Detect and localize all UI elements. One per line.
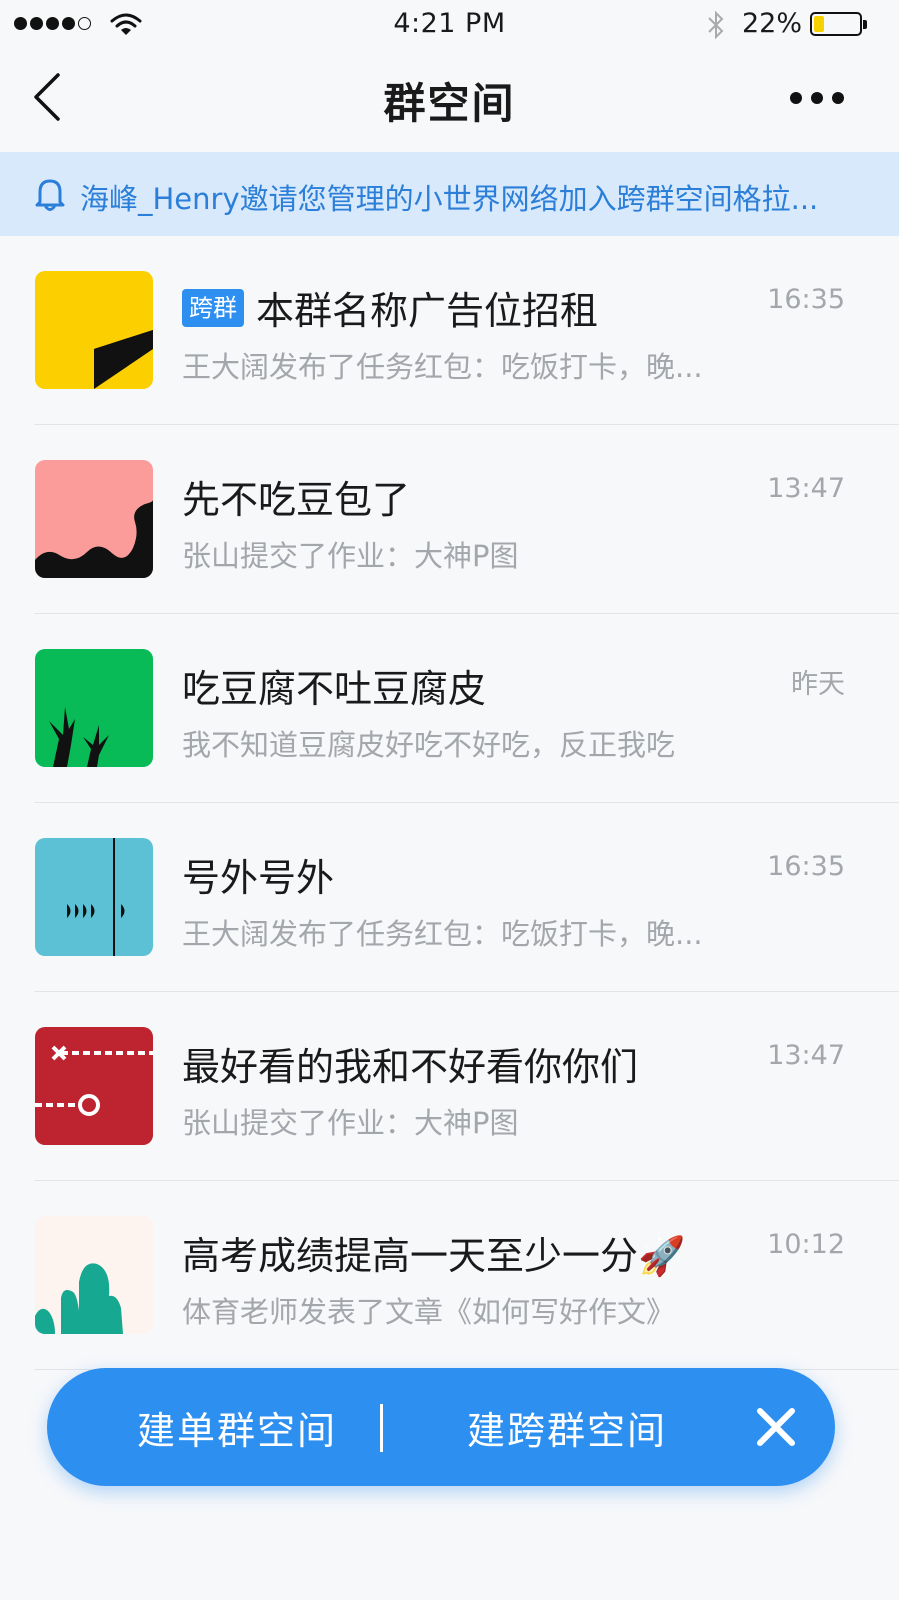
list-item-title: 高考成绩提高一天至少一分🚀 [182, 1234, 686, 1278]
list-item-subtitle: 王大阔发布了任务红包：吃饭打卡，晚... [182, 917, 703, 951]
battery-percent: 22% [742, 8, 803, 39]
list-item-title: 号外号外 [182, 856, 335, 900]
list-item[interactable]: 吃豆腐不吐豆腐皮 我不知道豆腐皮好吃不好吃，反正我吃 昨天 [0, 614, 899, 803]
bluetooth-icon [706, 10, 726, 44]
list-item-subtitle: 张山提交了作业：大神P图 [182, 1106, 519, 1140]
list-item-title: 先不吃豆包了 [182, 478, 411, 522]
battery-fill [814, 16, 824, 32]
list-item-time: 16:35 [767, 851, 845, 882]
list-item-subtitle: 王大阔发布了任务红包：吃饭打卡，晚... [182, 350, 703, 384]
group-avatar [35, 271, 153, 389]
list-item-time: 昨天 [791, 669, 845, 700]
list-item[interactable]: 高考成绩提高一天至少一分🚀 体育老师发表了文章《如何写好作文》 10:12 [0, 1181, 899, 1370]
list-item-time: 10:12 [767, 1229, 845, 1260]
list-item[interactable]: 最好看的我和不好看你你们 张山提交了作业：大神P图 13:47 [0, 992, 899, 1181]
list-item-title: 吃豆腐不吐豆腐皮 [182, 667, 487, 711]
bell-icon [35, 179, 65, 211]
cross-group-badge: 跨群 [182, 288, 244, 327]
group-avatar [35, 649, 153, 767]
more-icon [790, 92, 802, 104]
list-item-subtitle: 体育老师发表了文章《如何写好作文》 [182, 1295, 676, 1329]
close-icon [757, 1408, 795, 1446]
divider [380, 1404, 383, 1452]
create-space-bar: 建单群空间 建跨群空间 [47, 1368, 835, 1486]
battery-icon [810, 12, 867, 36]
group-avatar [35, 1216, 153, 1334]
list-item-subtitle: 我不知道豆腐皮好吃不好吃，反正我吃 [182, 728, 676, 762]
list-item-time: 13:47 [767, 473, 845, 504]
create-cross-group-space-button[interactable]: 建跨群空间 [407, 1368, 727, 1486]
notice-banner[interactable]: 海峰_Henry邀请您管理的小世界网络加入跨群空间格拉... [0, 152, 899, 236]
group-space-list: 跨群 本群名称广告位招租 王大阔发布了任务红包：吃饭打卡，晚... 16:35 … [0, 236, 899, 1370]
list-item-title: 跨群 本群名称广告位招租 [182, 280, 598, 335]
group-avatar [35, 460, 153, 578]
list-item-time: 13:47 [767, 1040, 845, 1071]
list-item-title-text: 本群名称广告位招租 [256, 289, 599, 333]
list-item[interactable]: 号外号外 王大阔发布了任务红包：吃饭打卡，晚... 16:35 [0, 803, 899, 992]
nav-bar: 群空间 [0, 48, 899, 152]
list-item[interactable]: 跨群 本群名称广告位招租 王大阔发布了任务红包：吃饭打卡，晚... 16:35 [0, 236, 899, 425]
notice-text: 海峰_Henry邀请您管理的小世界网络加入跨群空间格拉... [80, 182, 819, 216]
close-button[interactable] [747, 1398, 805, 1456]
list-item[interactable]: 先不吃豆包了 张山提交了作业：大神P图 13:47 [0, 425, 899, 614]
group-avatar [35, 1027, 153, 1145]
status-bar: 4:21 PM 22% [0, 0, 899, 48]
create-single-group-space-button[interactable]: 建单群空间 [87, 1368, 387, 1486]
list-item-subtitle: 张山提交了作业：大神P图 [182, 539, 519, 573]
group-avatar [35, 838, 153, 956]
list-item-time: 16:35 [767, 284, 845, 315]
page-title: 群空间 [383, 79, 516, 128]
more-button[interactable] [790, 80, 860, 116]
list-item-title: 最好看的我和不好看你你们 [182, 1045, 639, 1089]
